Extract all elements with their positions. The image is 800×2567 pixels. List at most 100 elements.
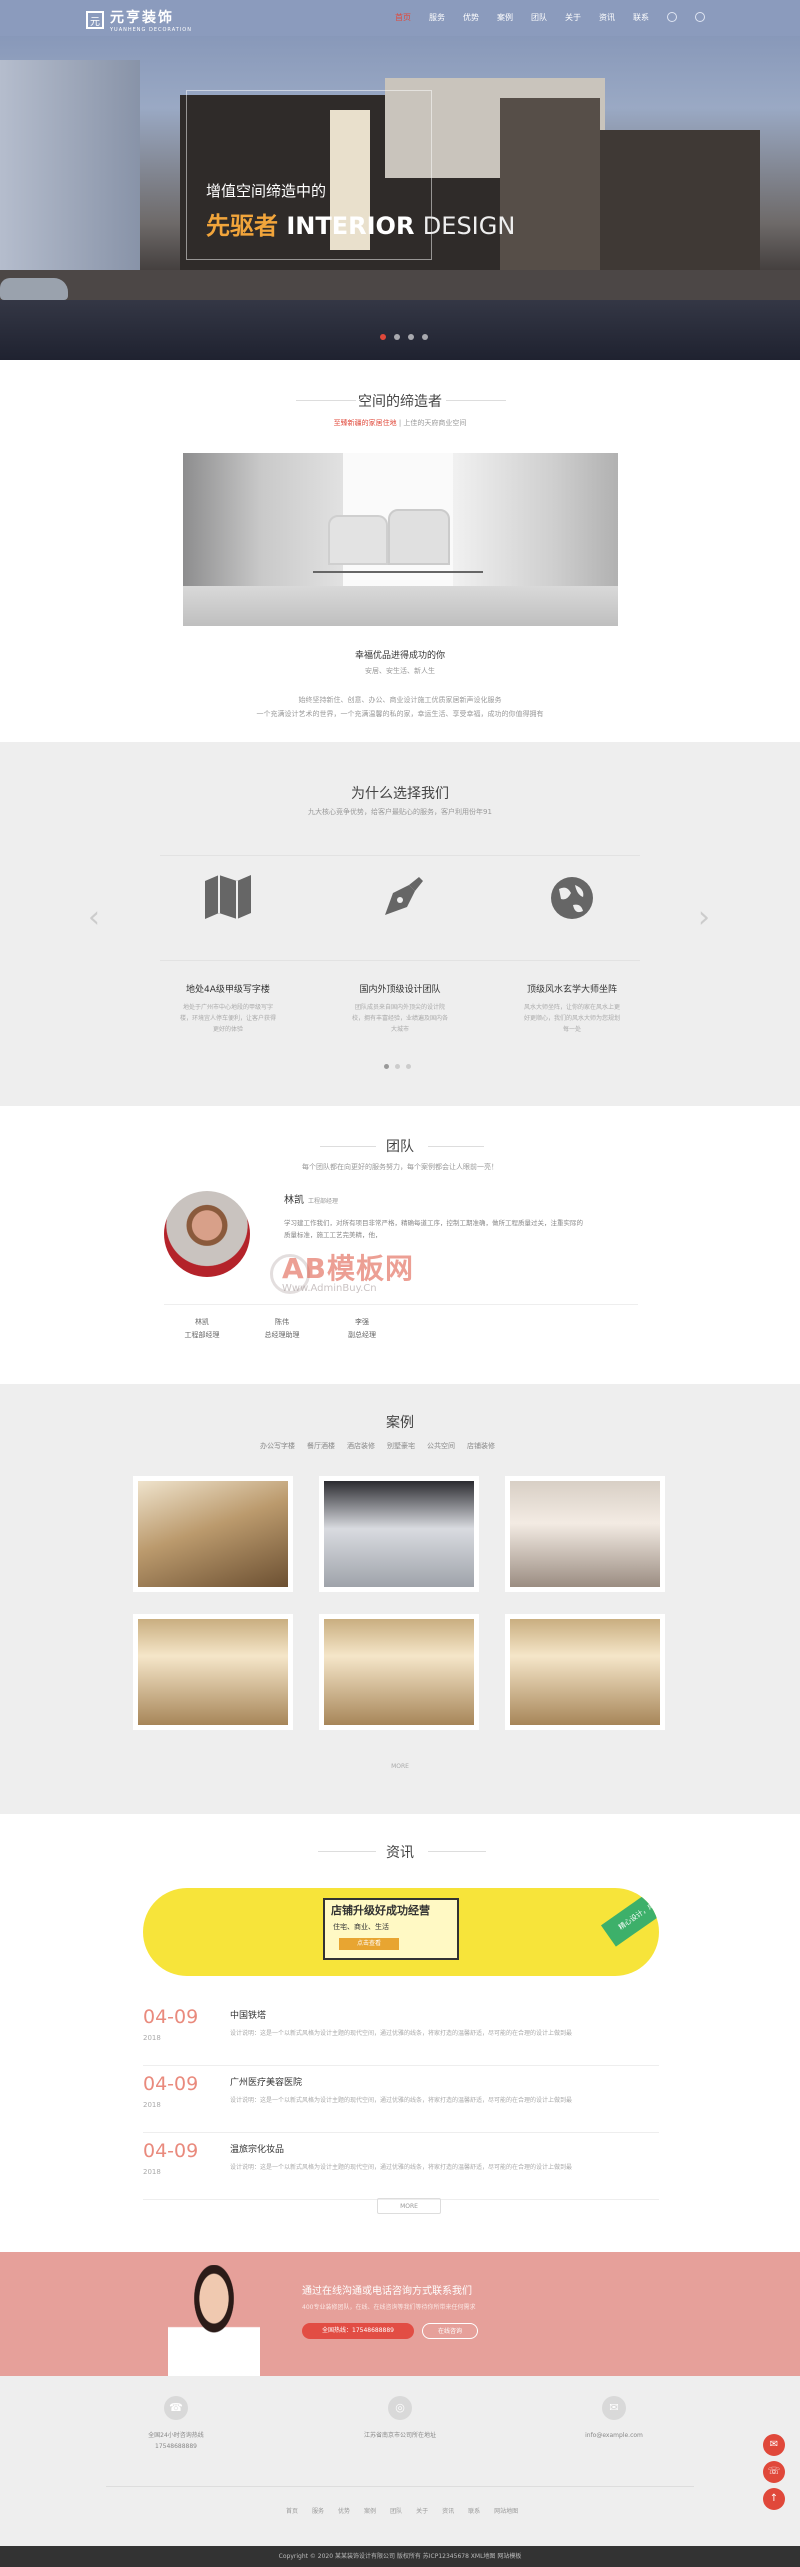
room-chair xyxy=(388,509,450,565)
hero-line2-en: INTERIOR xyxy=(286,212,415,240)
team-member-role: 总经理助理 xyxy=(264,1331,300,1339)
chat-icon[interactable]: ✉ xyxy=(763,2434,785,2456)
nav-item-news[interactable]: 资讯 xyxy=(590,12,624,23)
team-divider xyxy=(164,1304,638,1305)
footer-contact-col: ✉ info@example.com xyxy=(544,2396,684,2441)
phone-float-icon[interactable]: ☏ xyxy=(763,2461,785,2483)
team-member[interactable]: 李强 副总经理 xyxy=(332,1316,392,1342)
nav-item-advantage[interactable]: 优势 xyxy=(454,12,488,23)
phone-icon: ☎ xyxy=(164,2396,188,2420)
news-headline: 温旅宗化妆品 xyxy=(230,2145,285,2155)
case-card[interactable] xyxy=(133,1476,293,1592)
footer-col-line1: info@example.com xyxy=(585,2432,643,2439)
footer-link[interactable]: 服务 xyxy=(312,2506,324,2515)
tab-case-category[interactable]: 公共空间 xyxy=(427,1441,455,1451)
news-excerpt: 设计说明：这是一个以新式风格为设计主题的现代空间，通过优雅的线条，将家打造的温馨… xyxy=(230,2097,573,2104)
search-icon[interactable] xyxy=(695,12,705,22)
team-member[interactable]: 林凯 工程部经理 xyxy=(172,1316,232,1342)
back-to-top-icon[interactable]: ↑ xyxy=(763,2488,785,2510)
hero-dot[interactable] xyxy=(380,334,386,340)
prev-arrow-icon[interactable]: ‹ xyxy=(88,900,100,935)
contact-strip xyxy=(0,2252,800,2376)
about-caption-sub: 安居、安生活、新人生 xyxy=(365,667,435,675)
team-member-role: 副总经理 xyxy=(348,1331,376,1339)
hero-dot[interactable] xyxy=(408,334,414,340)
why-dot[interactable] xyxy=(406,1064,411,1069)
room-floor xyxy=(183,586,618,626)
footer-link[interactable]: 资讯 xyxy=(442,2506,454,2515)
case-card[interactable] xyxy=(133,1614,293,1730)
nav-item-contact[interactable]: 联系 xyxy=(624,12,658,23)
footer-links: 首页 服务 优势 案例 团队 关于 资讯 联系 网站地图 xyxy=(286,2506,518,2515)
contact-title: 通过在线沟通或电话咨询方式联系我们 xyxy=(302,2286,472,2297)
news-item[interactable]: 04-09 2018 中国铁塔 设计说明：这是一个以新式风格为设计主题的现代空间… xyxy=(143,2000,659,2066)
why-dot[interactable] xyxy=(384,1064,389,1069)
footer-contact-col: ◎ 江苏省南京市公司所在地址 xyxy=(330,2396,470,2441)
tab-case-category[interactable]: 餐厅酒楼 xyxy=(307,1441,335,1451)
tab-case-category[interactable]: 酒店装修 xyxy=(347,1441,375,1451)
tab-case-category[interactable]: 办公写字楼 xyxy=(260,1441,295,1451)
room-chair xyxy=(328,515,388,565)
next-arrow-icon[interactable]: › xyxy=(698,900,710,935)
hero-building-tower xyxy=(500,98,600,288)
news-year: 2018 xyxy=(143,2034,161,2042)
team-member-name: 李强 xyxy=(355,1318,369,1326)
site-logo[interactable]: 元 元亨装饰 YUANHENG DECORATION xyxy=(86,7,192,33)
online-consult-button[interactable]: 在线咨询 xyxy=(422,2323,478,2339)
team-subtitle: 每个团队都在向更好的服务努力，每个案例都会让人眼前一亮！ xyxy=(302,1163,498,1171)
why-item-desc: 风水大师坐阵，让你的家在风水上更好更顺心，我们的风水大师为您规划每一处 xyxy=(524,1004,621,1033)
news-banner[interactable]: 店铺升级好成功经营 住宅、商业、生活 点击查看 精心设计，成就经典 xyxy=(143,1888,659,1976)
footer-link[interactable]: 优势 xyxy=(338,2506,350,2515)
case-card[interactable] xyxy=(505,1476,665,1592)
mail-icon: ✉ xyxy=(602,2396,626,2420)
banner-tag: 住宅、商业、生活 xyxy=(333,1923,389,1931)
why-subtitle: 九大核心竞争优势，给客户最贴心的服务，客户利用份年91 xyxy=(308,808,492,816)
footer-link[interactable]: 联系 xyxy=(468,2506,480,2515)
news-item[interactable]: 04-09 2018 广州医疗美容医院 设计说明：这是一个以新式风格为设计主题的… xyxy=(143,2067,659,2133)
footer-link[interactable]: 首页 xyxy=(286,2506,298,2515)
why-dot[interactable] xyxy=(395,1064,400,1069)
news-date: 04-09 xyxy=(143,2073,199,2095)
nav-item-team[interactable]: 团队 xyxy=(522,12,556,23)
case-image xyxy=(324,1619,474,1725)
phone-button[interactable]: 全国热线：17548688889 xyxy=(302,2323,414,2339)
team-avatar[interactable] xyxy=(164,1191,250,1277)
footer-contact-col: ☎ 全国24小时咨询热线 17548688889 xyxy=(106,2396,246,2452)
nav-item-cases[interactable]: 案例 xyxy=(488,12,522,23)
map-icon xyxy=(198,875,258,935)
news-more-button[interactable]: MORE xyxy=(377,2198,441,2214)
why-title: 为什么选择我们 xyxy=(351,786,449,802)
hero-dot[interactable] xyxy=(394,334,400,340)
why-item-title: 地处4A级甲级写字楼 xyxy=(186,985,270,995)
nav-item-about[interactable]: 关于 xyxy=(556,12,590,23)
cases-more-button[interactable]: MORE xyxy=(376,1760,424,1774)
hero-building-right xyxy=(600,130,760,270)
team-member[interactable]: 陈伟 总经理助理 xyxy=(252,1316,312,1342)
customer-service-image xyxy=(168,2265,260,2377)
footer-link[interactable]: 团队 xyxy=(390,2506,402,2515)
nav-item-service[interactable]: 服务 xyxy=(420,12,454,23)
footer-link[interactable]: 关于 xyxy=(416,2506,428,2515)
footer-link[interactable]: 案例 xyxy=(364,2506,376,2515)
banner-corner: 精心设计，成就经典 xyxy=(600,1888,659,1947)
nav-item-home[interactable]: 首页 xyxy=(386,12,420,23)
team-featured-name: 林凯 工程部经理 xyxy=(284,1191,338,1206)
footer-link[interactable]: 网站地图 xyxy=(494,2506,518,2515)
room-chair-rail xyxy=(313,571,483,573)
about-para2: 一个充满设计艺术的世界，一个充满温馨的私的家，幸运生活、享受幸福，成功的你值得拥… xyxy=(256,710,544,718)
case-card[interactable] xyxy=(505,1614,665,1730)
footer-col-line1: 全国24小时咨询热线 xyxy=(148,2432,204,2439)
share-icon[interactable] xyxy=(667,12,677,22)
why-item-desc: 地处于广州市中心地段的甲级写字楼，环境宜人停车便利，让客户获得更好的体验 xyxy=(180,1004,277,1033)
hero-banner: 增值空间缔造中的 先驱者 INTERIOR DESIGN xyxy=(0,0,800,360)
tab-case-category[interactable]: 店铺装修 xyxy=(467,1441,495,1451)
logo-mark-icon: 元 xyxy=(86,11,104,29)
case-card[interactable] xyxy=(319,1476,479,1592)
case-card[interactable] xyxy=(319,1614,479,1730)
hero-line2: 先驱者 INTERIOR DESIGN xyxy=(206,206,515,241)
hero-dot[interactable] xyxy=(422,334,428,340)
news-item[interactable]: 04-09 2018 温旅宗化妆品 设计说明：这是一个以新式风格为设计主题的现代… xyxy=(143,2134,659,2200)
hero-line1: 增值空间缔造中的 xyxy=(206,182,327,200)
cases-title: 案例 xyxy=(386,1415,414,1431)
tab-case-category[interactable]: 别墅豪宅 xyxy=(387,1441,415,1451)
